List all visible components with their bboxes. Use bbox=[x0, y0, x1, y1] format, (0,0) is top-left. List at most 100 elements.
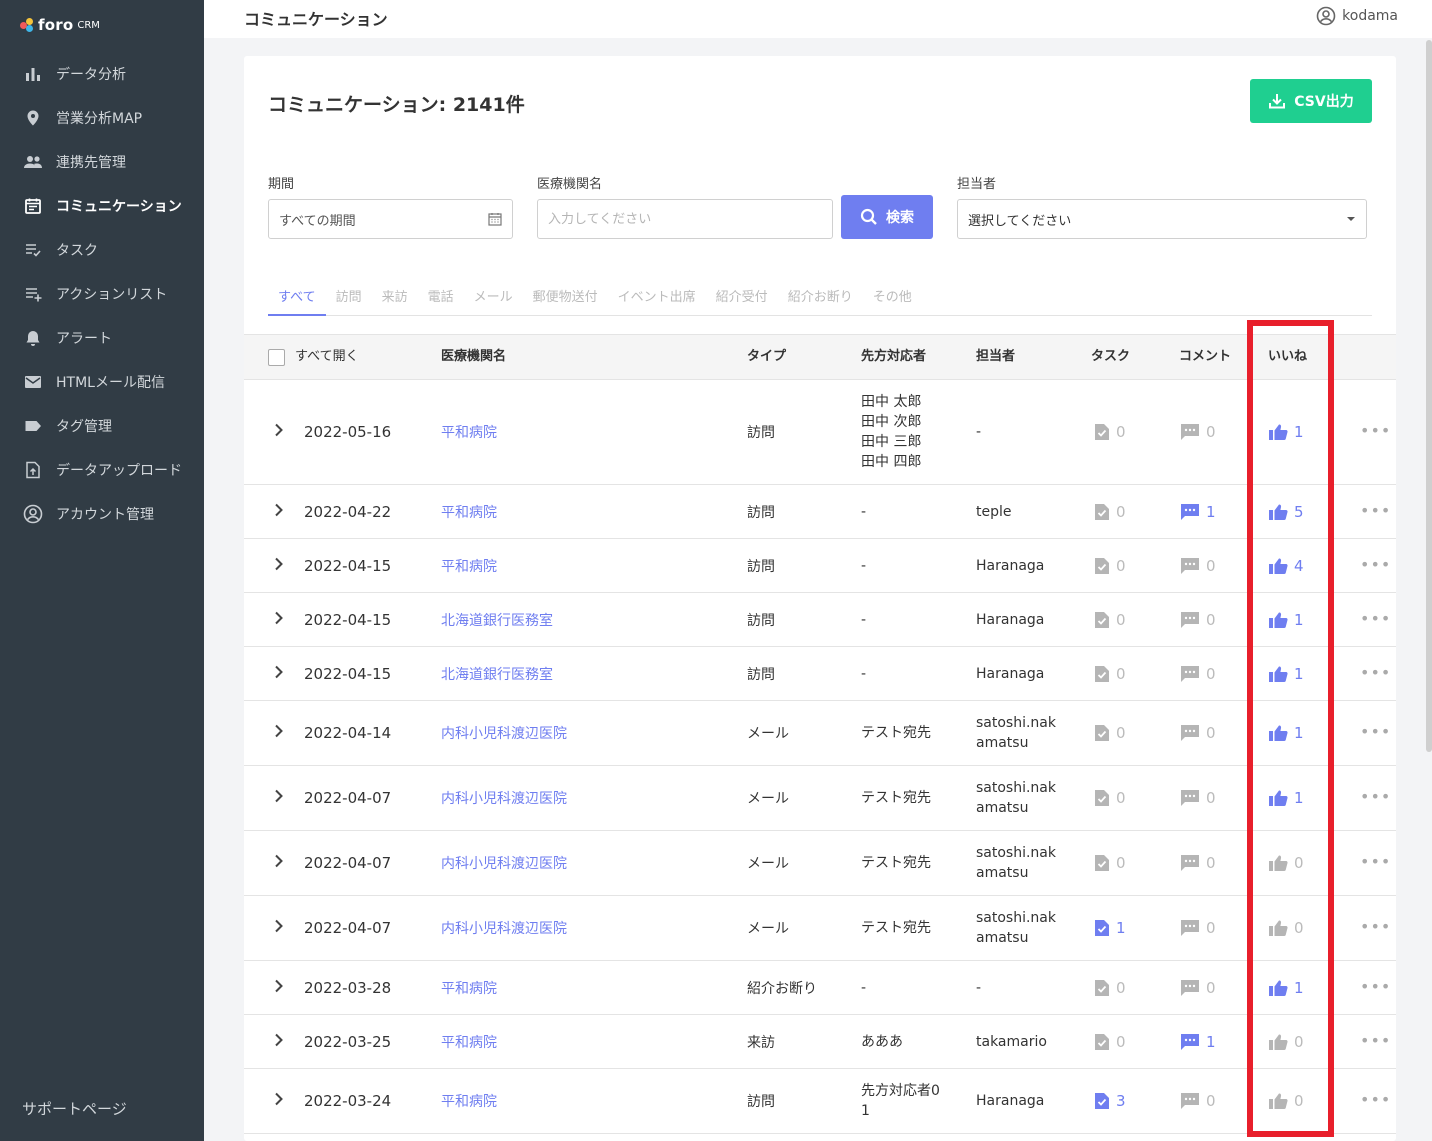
task-count-button[interactable]: 0 bbox=[1094, 611, 1126, 629]
task-count-button[interactable]: 0 bbox=[1094, 724, 1126, 742]
table-row[interactable]: 2022-04-14 内科小児科渡辺医院 メール テスト宛先 satoshi.nak a… bbox=[244, 701, 1396, 766]
chevron-right-icon[interactable] bbox=[274, 854, 284, 872]
table-row[interactable]: 2022-03-24 平和病院 訪問 先方対応者0 1 Haranaga 3 0 0 ••• bbox=[244, 1069, 1396, 1134]
table-row[interactable]: 2022-04-22 平和病院 訪問 - teple 0 1 5 ••• bbox=[244, 485, 1396, 539]
facility-field[interactable] bbox=[537, 199, 833, 239]
chevron-right-icon[interactable] bbox=[274, 611, 284, 629]
chevron-right-icon[interactable] bbox=[274, 557, 284, 575]
like-count-button[interactable]: 1 bbox=[1268, 423, 1304, 441]
comment-count-button[interactable]: 0 bbox=[1180, 919, 1216, 937]
tab-3[interactable]: 電話 bbox=[418, 284, 464, 316]
task-count-button[interactable]: 1 bbox=[1094, 919, 1126, 937]
comment-count-button[interactable]: 0 bbox=[1180, 724, 1216, 742]
table-row[interactable]: 2022-04-15 北海道銀行医務室 訪問 - Haranaga 0 0 1 ••• bbox=[244, 593, 1396, 647]
table-row[interactable]: 2022-04-15 平和病院 訪問 - Haranaga 0 0 4 ••• bbox=[244, 539, 1396, 593]
staff-select[interactable]: 選択してください bbox=[957, 199, 1367, 239]
like-count-button[interactable]: 4 bbox=[1268, 557, 1304, 575]
row-facility-link[interactable]: 内科小児科渡辺医院 bbox=[441, 723, 567, 743]
like-count-button[interactable]: 0 bbox=[1268, 1092, 1304, 1110]
tab-0[interactable]: すべて bbox=[268, 284, 326, 316]
support-page-link[interactable]: サポートページ bbox=[22, 1098, 127, 1119]
more-options-icon[interactable]: ••• bbox=[1360, 722, 1391, 741]
row-facility-link[interactable]: 平和病院 bbox=[441, 422, 497, 442]
comment-count-button[interactable]: 0 bbox=[1180, 665, 1216, 683]
chevron-right-icon[interactable] bbox=[274, 919, 284, 937]
period-picker[interactable]: すべての期間 bbox=[268, 199, 513, 239]
task-count-button[interactable]: 0 bbox=[1094, 854, 1126, 872]
like-count-button[interactable]: 0 bbox=[1268, 919, 1304, 937]
more-options-icon[interactable]: ••• bbox=[1360, 852, 1391, 871]
comment-count-button[interactable]: 0 bbox=[1180, 1092, 1216, 1110]
more-options-icon[interactable]: ••• bbox=[1360, 554, 1391, 573]
sidebar-item-5[interactable]: アクションリスト bbox=[0, 272, 204, 316]
sidebar-item-3[interactable]: コミュニケーション bbox=[0, 184, 204, 228]
sidebar-item-0[interactable]: データ分析 bbox=[0, 52, 204, 96]
comment-count-button[interactable]: 0 bbox=[1180, 423, 1216, 441]
more-options-icon[interactable]: ••• bbox=[1360, 787, 1391, 806]
task-count-button[interactable]: 0 bbox=[1094, 979, 1126, 997]
chevron-right-icon[interactable] bbox=[274, 1092, 284, 1110]
task-count-button[interactable]: 0 bbox=[1094, 789, 1126, 807]
chevron-right-icon[interactable] bbox=[274, 789, 284, 807]
sidebar-item-1[interactable]: 営業分析MAP bbox=[0, 96, 204, 140]
page-scrollbar[interactable] bbox=[1426, 40, 1432, 752]
like-count-button[interactable]: 0 bbox=[1268, 854, 1304, 872]
chevron-right-icon[interactable] bbox=[274, 503, 284, 521]
table-row[interactable]: 2022-03-25 平和病院 来訪 あああ takamario 0 1 0 ••• bbox=[244, 1015, 1396, 1069]
comment-count-button[interactable]: 0 bbox=[1180, 557, 1216, 575]
row-facility-link[interactable]: 北海道銀行医務室 bbox=[441, 664, 553, 684]
more-options-icon[interactable]: ••• bbox=[1360, 421, 1391, 440]
chevron-right-icon[interactable] bbox=[274, 979, 284, 997]
search-button[interactable]: 検索 bbox=[841, 195, 933, 239]
row-facility-link[interactable]: 平和病院 bbox=[441, 978, 497, 998]
more-options-icon[interactable]: ••• bbox=[1360, 662, 1391, 681]
table-row[interactable]: 2022-04-07 内科小児科渡辺医院 メール テスト宛先 satoshi.nak a… bbox=[244, 896, 1396, 961]
expand-all-checkbox[interactable] bbox=[268, 349, 285, 366]
more-options-icon[interactable]: ••• bbox=[1360, 917, 1391, 936]
row-facility-link[interactable]: 平和病院 bbox=[441, 556, 497, 576]
like-count-button[interactable]: 1 bbox=[1268, 979, 1304, 997]
table-row[interactable]: 2022-05-16 平和病院 訪問 田中 太郎 田中 次郎 田中 三郎 田中 四郎 -… bbox=[244, 380, 1396, 485]
more-options-icon[interactable]: ••• bbox=[1360, 608, 1391, 627]
comment-count-button[interactable]: 0 bbox=[1180, 854, 1216, 872]
like-count-button[interactable]: 1 bbox=[1268, 724, 1304, 742]
tab-5[interactable]: 郵便物送付 bbox=[523, 284, 608, 316]
tab-4[interactable]: メール bbox=[464, 284, 523, 316]
like-count-button[interactable]: 5 bbox=[1268, 503, 1304, 521]
sidebar-item-6[interactable]: アラート bbox=[0, 316, 204, 360]
tab-8[interactable]: 紹介お断り bbox=[778, 284, 863, 316]
more-options-icon[interactable]: ••• bbox=[1360, 1090, 1391, 1109]
table-row[interactable]: 2022-04-07 内科小児科渡辺医院 メール テスト宛先 satoshi.nak a… bbox=[244, 766, 1396, 831]
sidebar-item-10[interactable]: アカウント管理 bbox=[0, 492, 204, 536]
like-count-button[interactable]: 0 bbox=[1268, 1033, 1304, 1051]
chevron-right-icon[interactable] bbox=[274, 724, 284, 742]
more-options-icon[interactable]: ••• bbox=[1360, 500, 1391, 519]
task-count-button[interactable]: 0 bbox=[1094, 423, 1126, 441]
row-facility-link[interactable]: 内科小児科渡辺医院 bbox=[441, 918, 567, 938]
more-options-icon[interactable]: ••• bbox=[1360, 976, 1391, 995]
facility-input[interactable] bbox=[548, 211, 822, 227]
row-facility-link[interactable]: 内科小児科渡辺医院 bbox=[441, 853, 567, 873]
comment-count-button[interactable]: 0 bbox=[1180, 789, 1216, 807]
app-logo[interactable]: foro CRM bbox=[20, 16, 100, 34]
task-count-button[interactable]: 0 bbox=[1094, 557, 1126, 575]
like-count-button[interactable]: 1 bbox=[1268, 789, 1304, 807]
chevron-right-icon[interactable] bbox=[274, 665, 284, 683]
sidebar-item-8[interactable]: タグ管理 bbox=[0, 404, 204, 448]
sidebar-item-4[interactable]: タスク bbox=[0, 228, 204, 272]
csv-export-button[interactable]: CSV出力 bbox=[1250, 79, 1372, 123]
table-row[interactable]: 2022-04-07 内科小児科渡辺医院 メール テスト宛先 satoshi.nak a… bbox=[244, 831, 1396, 896]
like-count-button[interactable]: 1 bbox=[1268, 611, 1304, 629]
row-facility-link[interactable]: 平和病院 bbox=[441, 1091, 497, 1111]
row-facility-link[interactable]: 平和病院 bbox=[441, 502, 497, 522]
more-options-icon[interactable]: ••• bbox=[1360, 1030, 1391, 1049]
row-facility-link[interactable]: 内科小児科渡辺医院 bbox=[441, 788, 567, 808]
user-menu[interactable]: kodama bbox=[1316, 6, 1398, 26]
sidebar-item-2[interactable]: 連携先管理 bbox=[0, 140, 204, 184]
comment-count-button[interactable]: 1 bbox=[1180, 503, 1216, 521]
chevron-right-icon[interactable] bbox=[274, 423, 284, 441]
task-count-button[interactable]: 0 bbox=[1094, 665, 1126, 683]
comment-count-button[interactable]: 0 bbox=[1180, 611, 1216, 629]
row-facility-link[interactable]: 北海道銀行医務室 bbox=[441, 610, 553, 630]
task-count-button[interactable]: 0 bbox=[1094, 1033, 1126, 1051]
